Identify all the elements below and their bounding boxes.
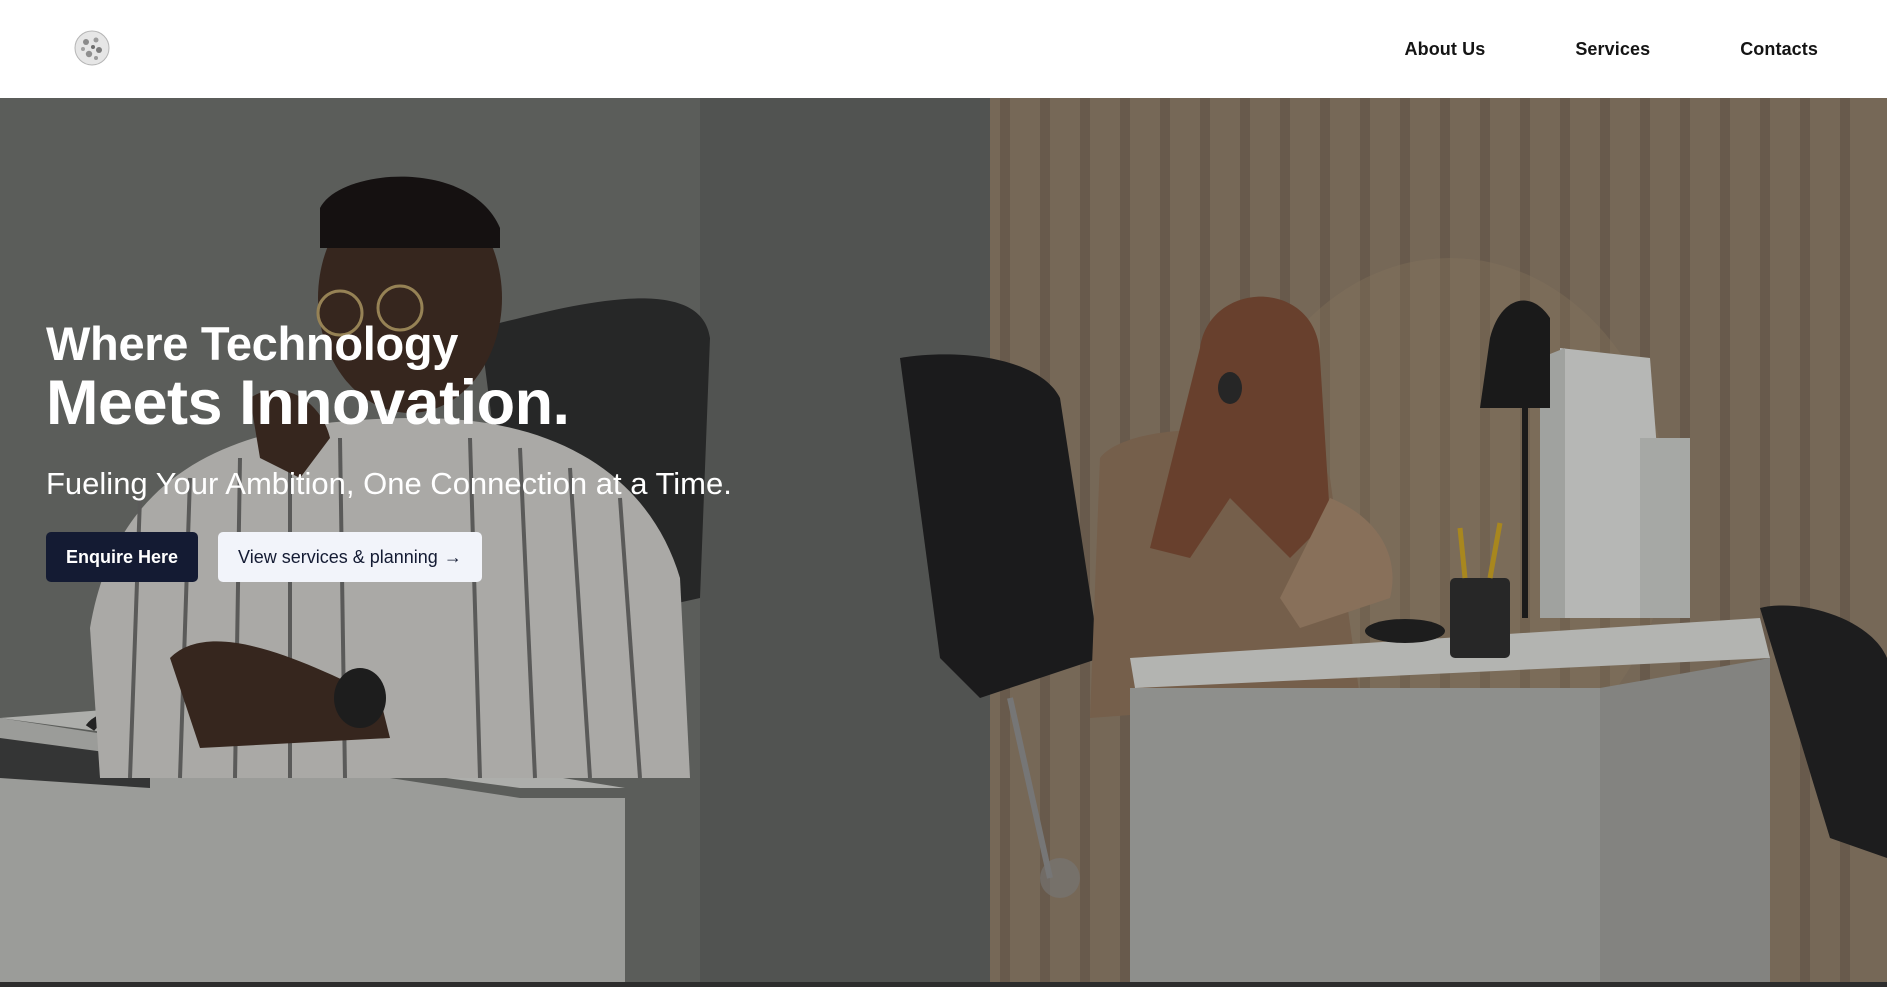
nav-link-contacts[interactable]: Contacts	[1740, 39, 1818, 60]
enquire-here-button[interactable]: Enquire Here	[46, 532, 199, 582]
hero-title-line-1: Where Technology	[46, 317, 459, 370]
arrow-right-icon: →	[443, 546, 462, 567]
hero-bottom-divider	[0, 982, 1887, 987]
site-header: About Us Services Contacts	[0, 0, 1887, 98]
hero-title-line-2: Meets Innovation.	[46, 368, 570, 438]
logo-icon[interactable]	[72, 26, 112, 70]
hero-section: Where Technology Meets Innovation. Fueli…	[0, 98, 1887, 982]
hero-title: Where Technology Meets Innovation.	[46, 317, 732, 438]
nav-link-services[interactable]: Services	[1575, 39, 1650, 60]
view-services-button-label: View services & planning	[238, 546, 438, 567]
nav-link-about-us[interactable]: About Us	[1405, 39, 1486, 60]
main-nav: About Us Services Contacts	[1405, 0, 1818, 98]
view-services-button[interactable]: View services & planning →	[218, 532, 482, 582]
hero-subtitle: Fueling Your Ambition, One Connection at…	[46, 466, 732, 501]
hero-content: Where Technology Meets Innovation. Fueli…	[46, 318, 732, 582]
hero-button-row: Enquire Here View services & planning →	[46, 532, 732, 582]
